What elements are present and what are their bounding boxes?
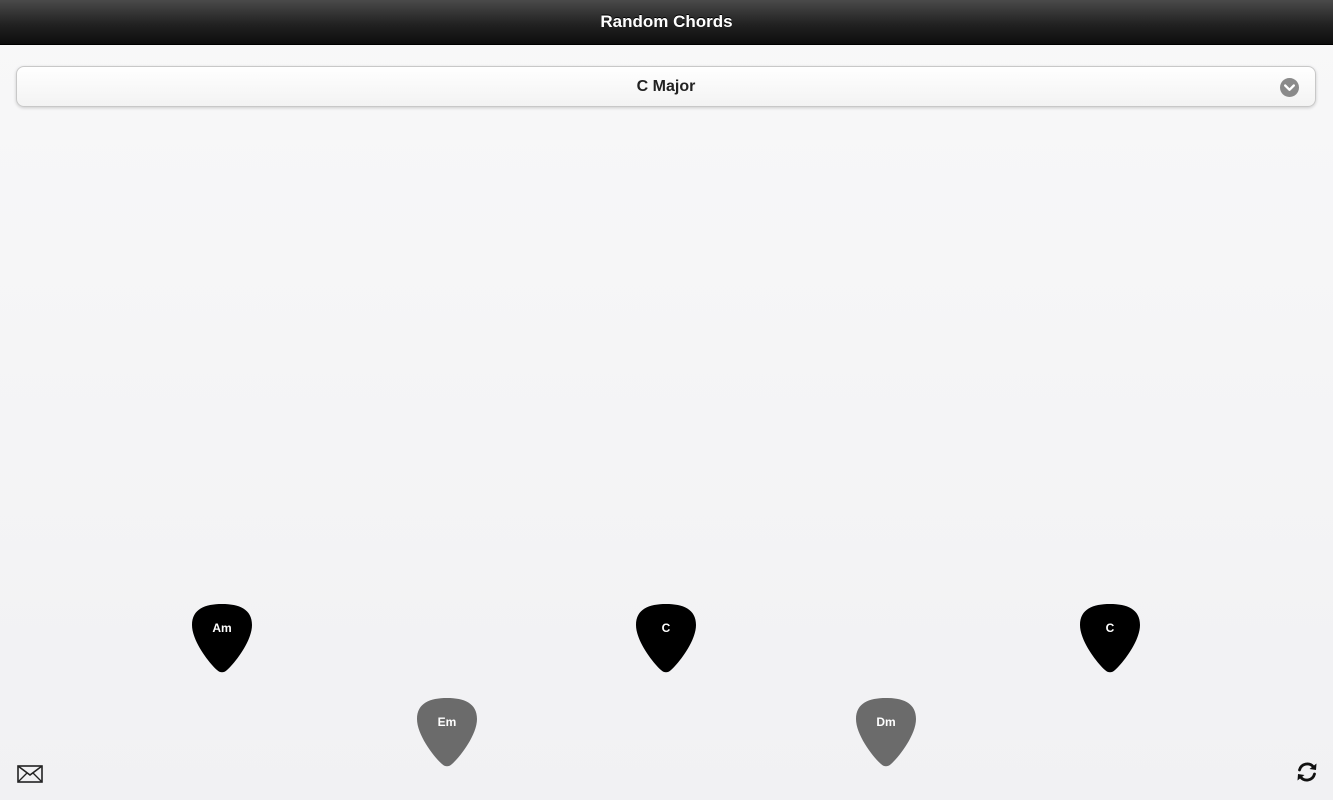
- chord-label: Am: [212, 621, 232, 635]
- chord-pick-4[interactable]: Dm: [855, 697, 917, 767]
- mail-icon[interactable]: [17, 765, 43, 788]
- chord-label: Em: [437, 715, 457, 729]
- chord-label: C: [1105, 621, 1115, 635]
- page-title: Random Chords: [600, 12, 733, 31]
- chord-pick-3[interactable]: C: [635, 603, 697, 673]
- chevron-down-icon: [1280, 78, 1299, 97]
- chord-label: C: [661, 621, 671, 635]
- refresh-icon[interactable]: [1295, 760, 1319, 789]
- chord-pick-5[interactable]: C: [1079, 603, 1141, 673]
- key-select[interactable]: C Major: [16, 66, 1316, 107]
- chord-label: Dm: [876, 715, 896, 729]
- chord-pick-2[interactable]: Em: [416, 697, 478, 767]
- chord-pick-1[interactable]: Am: [191, 603, 253, 673]
- key-select-value: C Major: [636, 77, 696, 95]
- app-header: Random Chords: [0, 0, 1333, 45]
